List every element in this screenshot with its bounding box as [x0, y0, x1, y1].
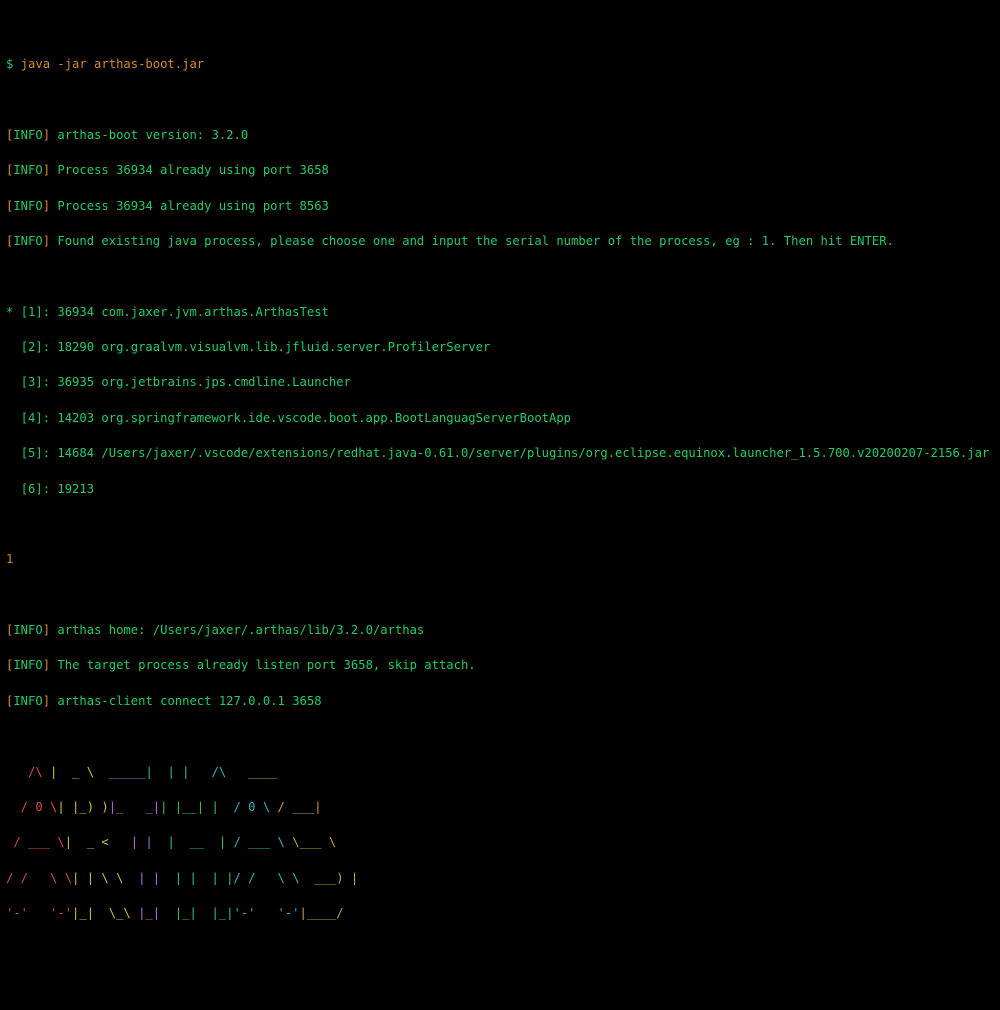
process-row: [3]: 36935 org.jetbrains.jps.cmdline.Lau… — [6, 374, 994, 392]
blank-line — [6, 940, 994, 958]
process-row: [6]: 19213 — [6, 481, 994, 499]
ascii-art: / ___ \| _ < | | | __ | / ___ \ \___ \ — [6, 834, 994, 852]
prompt-dollar: $ — [6, 57, 13, 71]
info-line: [INFO] arthas-client connect 127.0.0.1 3… — [6, 693, 994, 711]
ascii-art: / / \ \| | \ \ | | | | | |/ / \ \ ___) | — [6, 870, 994, 888]
ascii-art: '-' '-'|_| \_\ |_| |_| |_|'-' '-'|____/ — [6, 905, 994, 923]
cmd-line: $ java -jar arthas-boot.jar — [6, 56, 994, 74]
process-row: [4]: 14203 org.springframework.ide.vscod… — [6, 410, 994, 428]
terminal[interactable]: $ java -jar arthas-boot.jar [INFO] artha… — [0, 0, 1000, 1010]
user-input: 1 — [6, 551, 994, 569]
info-line: [INFO] arthas home: /Users/jaxer/.arthas… — [6, 622, 994, 640]
info-line: [INFO] arthas-boot version: 3.2.0 — [6, 127, 994, 145]
blank-line — [6, 976, 994, 994]
process-row: [2]: 18290 org.graalvm.visualvm.lib.jflu… — [6, 339, 994, 357]
ascii-art: / 0 \| |_) )|_ _|| |__| | / 0 \ / ___| — [6, 799, 994, 817]
process-row: [5]: 14684 /Users/jaxer/.vscode/extensio… — [6, 445, 994, 463]
ascii-art: /\ | _ \ _____| | | /\ ____ — [6, 764, 994, 782]
cmd-text: java -jar arthas-boot.jar — [21, 57, 204, 71]
process-row: * [1]: 36934 com.jaxer.jvm.arthas.Arthas… — [6, 304, 994, 322]
selection-star: * — [6, 305, 13, 319]
info-line: [INFO] Found existing java process, plea… — [6, 233, 994, 251]
info-line: [INFO] Process 36934 already using port … — [6, 162, 994, 180]
info-line: [INFO] The target process already listen… — [6, 657, 994, 675]
info-line: [INFO] Process 36934 already using port … — [6, 198, 994, 216]
